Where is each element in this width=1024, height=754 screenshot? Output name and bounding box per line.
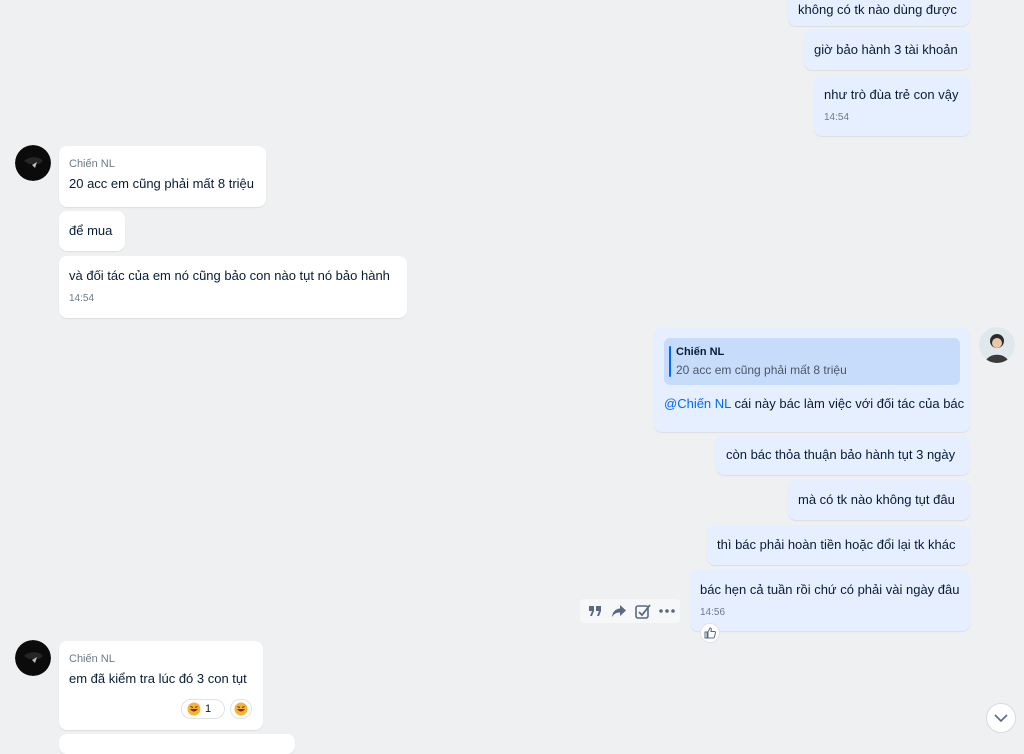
message-bubble[interactable]: Chiến NL 20 acc em cũng phải mất 8 triệu [59,146,266,207]
message-bubble[interactable]: như trò đùa trẻ con vậy 14:54 [814,75,970,136]
message-text: em đã kiểm tra lúc đó 3 con tụt [69,671,247,686]
message-time: 14:54 [69,293,95,304]
avatar[interactable] [979,327,1015,363]
checkbox-icon[interactable] [634,602,652,620]
message-time: 14:56 [700,607,726,618]
message-text-body: cái này bác làm việc với đối tác của bác [730,396,965,411]
message-text: và đối tác của em nó cũng bảo con nào tụ… [69,268,390,283]
message-text: 20 acc em cũng phải mất 8 triệu [69,176,254,191]
message-bubble[interactable]: Chiến NL 20 acc em cũng phải mất 8 triệu… [654,328,970,432]
message-bubble[interactable]: không có tk nào dùng được [788,0,970,26]
more-icon[interactable] [658,602,676,620]
add-reaction-button[interactable] [230,699,252,719]
chevron-down-icon [994,714,1008,722]
thumbs-up-icon[interactable] [700,623,720,643]
message-actions [580,599,680,623]
quote-icon[interactable] [586,602,604,620]
message-text: bác hẹn cả tuần rồi chứ có phải vài ngày… [700,582,960,597]
message-bubble[interactable]: còn bác thỏa thuận bảo hành tụt 3 ngày [716,435,970,475]
message-text: còn bác thỏa thuận bảo hành tụt 3 ngày [726,447,956,462]
message-text: như trò đùa trẻ con vậy [824,87,959,102]
message-bubble[interactable]: bác hẹn cả tuần rồi chứ có phải vài ngày… [690,570,970,631]
message-text: để mua [69,223,113,238]
mention-link[interactable]: @Chiến NL [664,396,731,411]
message-bubble[interactable]: mà có tk nào không tụt đâu [788,480,970,520]
reaction-number: 1 [205,703,212,715]
message-text: mà có tk nào không tụt đâu [798,492,955,507]
message-bubble[interactable]: và đối tác của em nó cũng bảo con nào tụ… [59,256,407,318]
laugh-emoji-icon [187,702,201,716]
quoted-message[interactable]: Chiến NL 20 acc em cũng phải mất 8 triệu [664,338,960,385]
message-bubble[interactable] [59,734,295,754]
message-time: 14:54 [824,112,850,123]
avatar[interactable] [15,145,51,181]
quoted-text: 20 acc em cũng phải mất 8 triệu [676,363,847,377]
message-text: @Chiến NL cái này bác làm việc với đối t… [664,395,964,413]
avatar[interactable] [15,640,51,676]
message-bubble[interactable]: giờ bảo hành 3 tài khoản [804,30,970,70]
message-text: thì bác phải hoàn tiền hoặc đổi lại tk k… [717,537,956,552]
message-bubble[interactable]: thì bác phải hoàn tiền hoặc đổi lại tk k… [707,525,970,565]
message-text: giờ bảo hành 3 tài khoản [814,42,958,57]
message-bubble[interactable]: Chiến NL em đã kiểm tra lúc đó 3 con tụt [59,641,263,730]
scroll-down-button[interactable] [986,703,1016,733]
sender-name: Chiến NL [69,158,115,170]
reaction-count[interactable]: 1 [181,699,225,719]
laugh-emoji-icon [234,702,248,716]
message-bubble[interactable]: để mua [59,211,125,251]
quoted-sender: Chiến NL [676,346,725,358]
message-text: không có tk nào dùng được [798,2,957,17]
forward-icon[interactable] [610,602,628,620]
sender-name: Chiến NL [69,653,115,665]
